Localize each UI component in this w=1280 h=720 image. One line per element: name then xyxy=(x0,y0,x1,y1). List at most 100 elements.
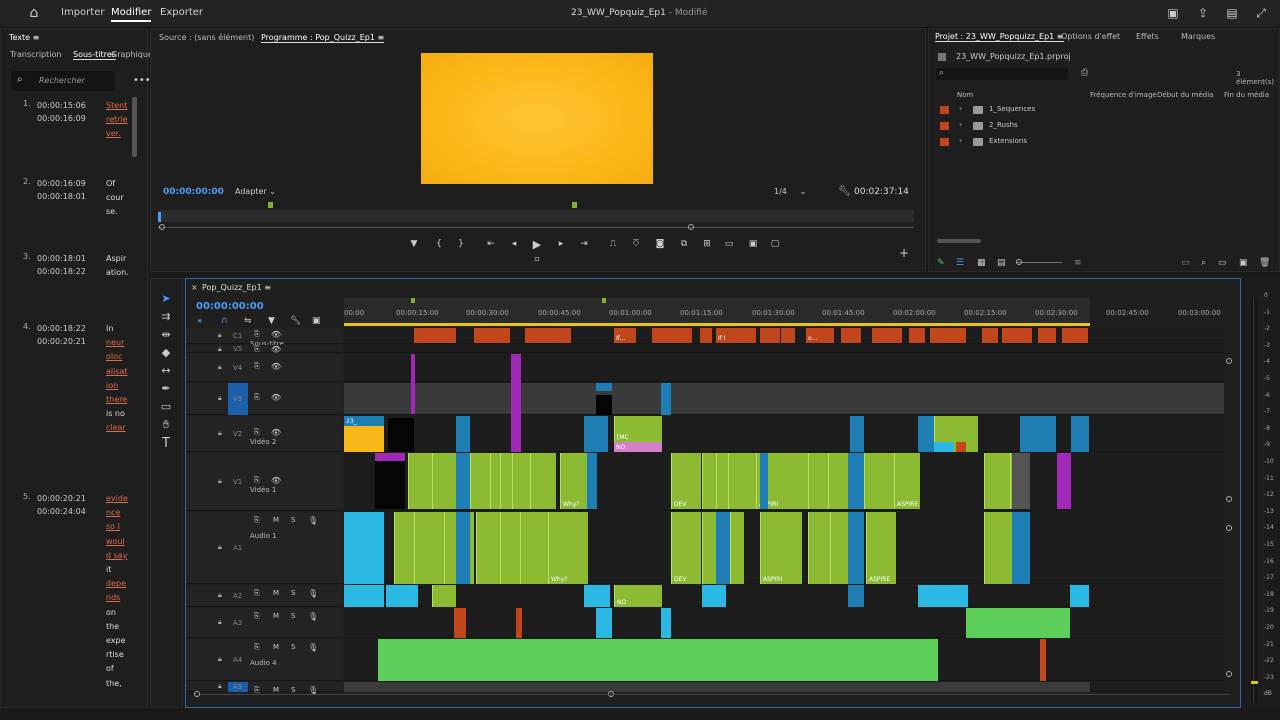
ripple-edit-icon[interactable]: ⇹ xyxy=(159,328,173,342)
subtitle-out-time[interactable]: 00:00:16:09 xyxy=(37,112,86,125)
trash-icon[interactable]: 🗑︎ xyxy=(1259,258,1270,268)
icon-view-icon[interactable]: ▦ xyxy=(977,258,986,268)
vr-icon[interactable]: ▭ xyxy=(722,239,736,249)
new-item-icon[interactable]: ▣ xyxy=(1239,258,1248,268)
clip-v2[interactable] xyxy=(344,426,384,452)
subtitle-word[interactable]: evide xyxy=(106,492,128,506)
program-tab[interactable]: Programme : Pop_Quizz_Ep1 ≡ xyxy=(261,33,385,43)
clip-a1[interactable] xyxy=(344,512,384,584)
h-scrollbar[interactable] xyxy=(200,694,1230,695)
subtitle-in-time[interactable]: 00:00:15:06 xyxy=(37,99,86,112)
clip-a1[interactable] xyxy=(414,512,444,584)
label-color-chip[interactable] xyxy=(940,106,949,114)
clip-v2[interactable] xyxy=(1071,416,1089,452)
pencil-icon[interactable]: ✎ xyxy=(937,258,945,268)
subtitle-word[interactable]: oloc xyxy=(106,350,122,364)
caption-clip[interactable]: If... xyxy=(614,328,636,343)
extract-icon[interactable]: ⎏ xyxy=(629,239,643,249)
mute-icon[interactable]: M xyxy=(273,643,279,651)
mark-in-icon[interactable]: { xyxy=(432,239,446,249)
caption-clip[interactable]: o... xyxy=(806,328,834,343)
mute-icon[interactable]: M xyxy=(273,686,279,694)
new-bin-icon[interactable]: ▭ xyxy=(1218,258,1227,268)
clip-a3[interactable] xyxy=(516,608,522,638)
v-scroll-handle[interactable] xyxy=(1226,358,1232,364)
caption-clip[interactable] xyxy=(672,328,692,343)
tab-transcription[interactable]: Transcription xyxy=(10,50,61,59)
program-scrubber[interactable] xyxy=(158,210,914,222)
subtitle-word[interactable]: on xyxy=(106,606,116,620)
automate-icon[interactable]: ▭ xyxy=(1181,258,1190,268)
clip-a2[interactable] xyxy=(432,585,456,607)
clip-v1[interactable] xyxy=(1012,453,1030,509)
clip-v1[interactable] xyxy=(530,453,556,509)
clip-a3[interactable] xyxy=(661,608,671,638)
progress-icon[interactable]: ▤ xyxy=(1225,6,1239,20)
timeline-close-icon[interactable]: × xyxy=(191,283,198,292)
clip-v1[interactable]: DEV xyxy=(671,453,701,509)
track-header-v1[interactable]: 🔒︎ V1 ⎘ 👁︎ Vidéo 1 xyxy=(186,453,343,511)
lift-icon[interactable]: ⎍ xyxy=(606,239,620,249)
clip-v1[interactable] xyxy=(500,453,512,509)
subtitle-word[interactable]: ver. xyxy=(106,127,121,141)
lock-icon[interactable]: 🔒︎ xyxy=(218,363,222,372)
lock-icon[interactable]: 🔒︎ xyxy=(218,477,222,486)
subtitle-out-time[interactable]: 00:00:18:01 xyxy=(37,190,86,203)
sync-lock-icon[interactable]: ⎘ xyxy=(254,476,260,485)
solo-icon[interactable]: S xyxy=(291,589,295,597)
clip-a1[interactable]: Why? xyxy=(548,512,588,584)
microphone-icon[interactable]: 🎙︎ xyxy=(308,589,318,598)
fit-dropdown[interactable]: Adapter ⌄ xyxy=(235,187,276,196)
subtitle-word[interactable]: alisat xyxy=(106,365,128,379)
clip-v1[interactable] xyxy=(512,453,530,509)
lock-icon[interactable]: 🔒︎ xyxy=(218,591,222,600)
clip-v1[interactable] xyxy=(864,453,894,509)
v-scroll-handle[interactable] xyxy=(1226,525,1232,531)
sync-lock-icon[interactable]: ⎘ xyxy=(254,643,260,652)
sync-lock-icon[interactable]: ⎘ xyxy=(254,516,260,525)
quick-export-icon[interactable]: ⇪ xyxy=(1196,6,1210,20)
clip-v2[interactable] xyxy=(956,442,966,452)
zoom-slider[interactable] xyxy=(1016,262,1062,263)
home-icon[interactable]: ⌂ xyxy=(27,6,41,20)
clip-a1[interactable] xyxy=(456,512,470,584)
zoom-slider-handle[interactable] xyxy=(1016,259,1022,265)
eye-icon[interactable]: 👁︎ xyxy=(271,345,281,354)
rectangle-icon[interactable]: ▭ xyxy=(159,400,173,414)
playhead-marker[interactable] xyxy=(158,212,161,222)
clip-a1[interactable] xyxy=(808,512,830,584)
subtitle-word[interactable]: se. xyxy=(106,205,118,219)
clip-v1[interactable] xyxy=(408,453,432,509)
sync-lock-icon[interactable]: ⎘ xyxy=(254,393,260,402)
caption-clip[interactable] xyxy=(414,328,456,343)
eye-icon[interactable]: 👁︎ xyxy=(271,362,281,371)
eye-icon[interactable]: 👁︎ xyxy=(271,393,281,402)
expand-chevron-icon[interactable]: › xyxy=(959,120,962,129)
clip-a2[interactable] xyxy=(344,585,384,607)
button-editor-icon[interactable]: ⌗ xyxy=(530,255,544,265)
new-bin-from-search-icon[interactable]: ⎙ xyxy=(1081,68,1088,78)
workspace-icon[interactable]: ▣ xyxy=(1166,6,1180,20)
clip-a1[interactable] xyxy=(848,512,864,584)
selection-tool-icon[interactable]: ➤ xyxy=(159,292,173,306)
track-select-icon[interactable]: ⇉ xyxy=(159,310,173,324)
clip-v2[interactable] xyxy=(850,416,864,452)
clip-a1[interactable]: DEV xyxy=(671,512,701,584)
sync-lock-icon[interactable]: ⎘ xyxy=(254,589,260,598)
subtitle-word[interactable]: it xyxy=(106,563,111,577)
track-header-v4[interactable]: 🔒︎ V4 ⎘ 👁︎ xyxy=(186,354,343,382)
clip-v2[interactable]: NO xyxy=(614,442,662,452)
sync-lock-icon[interactable]: ⎘ xyxy=(254,345,260,354)
caption-clip[interactable] xyxy=(700,328,712,343)
track-header-a5[interactable]: 🔒︎ A5 ⎘ M S 🎙︎ xyxy=(186,682,343,695)
tab-sous-titres[interactable]: Sous-titres xyxy=(73,50,116,60)
project-bin-row[interactable]: › Extensions xyxy=(932,136,1276,152)
subtitle-word[interactable]: d say xyxy=(106,549,127,563)
lock-icon[interactable]: 🔒︎ xyxy=(218,331,222,340)
safe-margins-icon[interactable]: ▣ xyxy=(746,239,760,249)
subtitle-word[interactable]: ion xyxy=(106,379,118,393)
pen-icon[interactable]: ✒ xyxy=(159,382,173,396)
track-header-a4[interactable]: 🔒︎ A4 ⎘ M S 🎙︎ Audio 4 xyxy=(186,639,343,681)
effect-options-tab[interactable]: Options d'effet xyxy=(1061,32,1120,41)
clip-a1[interactable] xyxy=(476,512,500,584)
